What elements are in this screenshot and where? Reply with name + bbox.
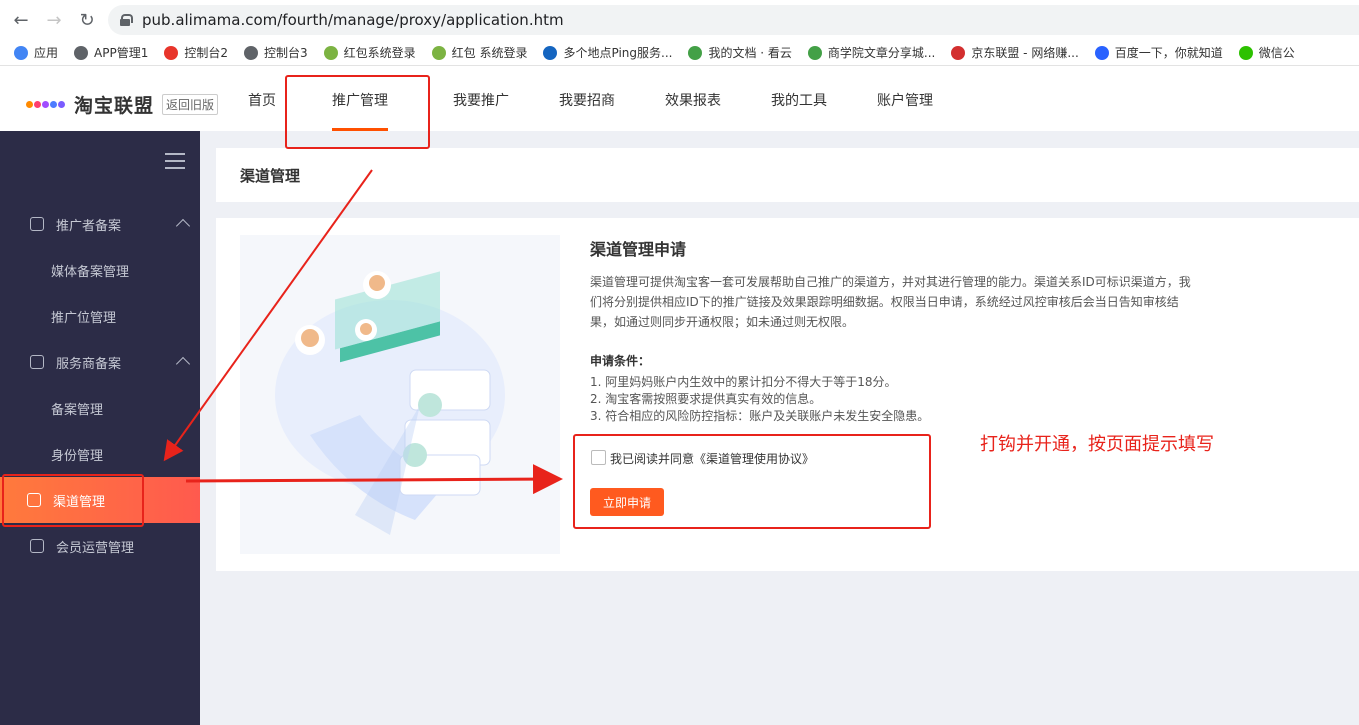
condition-item: 3. 符合相应的风险防控指标：账户及关联账户未发生安全隐患。 xyxy=(590,409,930,423)
old-version-link[interactable]: 返回旧版 xyxy=(162,94,219,115)
page-title: 渠道管理 xyxy=(216,148,1359,202)
illustration xyxy=(240,235,560,554)
bookmark-item[interactable]: 红包系统登录 xyxy=(323,44,416,61)
bookmark-icon xyxy=(243,45,258,60)
bookmark-icon xyxy=(74,45,89,60)
bookmark-icon xyxy=(14,45,28,60)
sidebar-item[interactable]: 会员运营管理 xyxy=(0,523,200,569)
nav-item[interactable]: 我要推广 xyxy=(428,66,534,131)
annotation-box-nav xyxy=(285,75,430,149)
bookmark-label: 微信公 xyxy=(1258,46,1295,60)
bookmark-label: 百度一下，你就知道 xyxy=(1114,46,1223,60)
bookmark-item[interactable]: 控制台2 xyxy=(164,44,228,61)
bookmark-label: 控制台3 xyxy=(263,46,308,60)
nav-item[interactable]: 首页 xyxy=(232,66,292,131)
bookmark-icon xyxy=(323,45,338,60)
bookmark-item[interactable]: 商学院文章分享城... xyxy=(807,44,936,61)
bookmark-icon xyxy=(807,45,822,60)
bookmark-item[interactable]: 百度一下，你就知道 xyxy=(1094,44,1223,61)
bookmark-label: 商学院文章分享城... xyxy=(827,46,936,60)
forward-icon[interactable]: → xyxy=(39,5,69,35)
bookmark-item[interactable]: 京东联盟 - 网络赚... xyxy=(951,44,1079,61)
reload-icon[interactable]: ↻ xyxy=(72,5,102,35)
chevron-up-icon[interactable] xyxy=(175,356,191,372)
sidebar-item-label: 会员运营管理 xyxy=(56,540,135,556)
sidebar-item-label: 媒体备案管理 xyxy=(51,264,130,280)
menu-icon[interactable] xyxy=(165,153,185,169)
sidebar-item-icon xyxy=(30,539,44,553)
sidebar-item-label: 备案管理 xyxy=(51,402,104,418)
sidebar-item-label: 服务商备案 xyxy=(56,356,122,372)
logo-text: 淘宝联盟 xyxy=(74,95,155,117)
sidebar-item-icon xyxy=(30,217,44,231)
site-header: 淘宝联盟 返回旧版 首页 推广管理 我要推广 我要招商 效果报表 我的工具 账户管理 xyxy=(0,66,1359,131)
bookmark-item[interactable]: 应用 xyxy=(14,44,58,61)
sidebar-item[interactable]: 推广位管理 xyxy=(0,293,200,339)
bookmarks-bar: 应用 APP管理1 控制台2 控制台3 红包系统登录 红包 系统登录 多个地点Ping服务.… xyxy=(0,40,1359,66)
condition-item: 1. 阿里妈妈账户内生效中的累计扣分不得大于等于18分。 xyxy=(590,375,897,389)
bookmark-label: 应用 xyxy=(34,46,59,60)
bookmark-item[interactable]: 红包 系统登录 xyxy=(431,44,528,61)
sidebar-item-label: 推广者备案 xyxy=(56,218,122,234)
nav-item[interactable]: 我的工具 xyxy=(746,66,852,131)
bookmark-icon xyxy=(431,45,446,60)
logo-icon xyxy=(26,98,68,112)
logo[interactable]: 淘宝联盟 返回旧版 xyxy=(26,91,219,118)
bookmark-label: 多个地点Ping服务... xyxy=(563,46,673,60)
bookmark-item[interactable]: 控制台3 xyxy=(243,44,308,61)
nav-item[interactable]: 账户管理 xyxy=(852,66,958,131)
bookmark-icon xyxy=(688,45,703,60)
bookmark-item[interactable]: 微信公 xyxy=(1238,44,1295,61)
bookmark-item[interactable]: 多个地点Ping服务... xyxy=(543,44,672,61)
nav-item[interactable]: 效果报表 xyxy=(640,66,746,131)
url-text: pub.alimama.com/fourth/manage/proxy/appl… xyxy=(142,11,564,29)
bookmark-label: 红包系统登录 xyxy=(343,46,416,60)
application-title: 渠道管理申请 xyxy=(590,240,687,259)
annotation-box-apply xyxy=(573,434,931,529)
bookmark-label: APP管理1 xyxy=(94,46,149,60)
bookmark-label: 京东联盟 - 网络赚... xyxy=(971,46,1079,60)
address-bar[interactable]: pub.alimama.com/fourth/manage/proxy/appl… xyxy=(108,5,1359,35)
bookmark-label: 控制台2 xyxy=(184,46,228,60)
sidebar-item[interactable]: 媒体备案管理 xyxy=(0,247,200,293)
annotation-box-sidebar xyxy=(2,474,144,527)
bookmark-icon xyxy=(1238,45,1253,60)
nav-item[interactable]: 我要招商 xyxy=(534,66,640,131)
sidebar-item-label: 身份管理 xyxy=(51,448,104,464)
bookmark-label: 红包 系统登录 xyxy=(451,46,528,60)
application-description: 渠道管理可提供淘宝客一套可发展帮助自己推广的渠道方，并对其进行管理的能力。渠道关… xyxy=(590,275,1191,329)
sidebar-item-label: 推广位管理 xyxy=(51,310,117,326)
bookmark-icon xyxy=(164,45,179,60)
bookmark-icon xyxy=(951,45,966,60)
bookmark-item[interactable]: APP管理1 xyxy=(74,44,148,61)
annotation-text: 打钩并开通，按页面提示填写 xyxy=(980,434,1214,455)
sidebar-item-icon xyxy=(30,355,44,369)
browser-toolbar: ← → ↻ pub.alimama.com/fourth/manage/prox… xyxy=(0,0,1359,40)
conditions-title: 申请条件： xyxy=(590,354,651,368)
lock-icon xyxy=(120,14,133,26)
sidebar-item[interactable]: 身份管理 xyxy=(0,431,200,477)
bookmark-icon xyxy=(1094,45,1109,60)
chevron-up-icon[interactable] xyxy=(175,218,191,234)
sidebar-item[interactable]: 推广者备案 xyxy=(0,201,200,247)
sidebar-item[interactable]: 服务商备案 xyxy=(0,339,200,385)
bookmark-icon xyxy=(543,45,558,60)
bookmark-item[interactable]: 我的文档 · 看云 xyxy=(688,44,792,61)
sidebar-item[interactable]: 备案管理 xyxy=(0,385,200,431)
bookmark-label: 我的文档 · 看云 xyxy=(708,46,792,60)
condition-item: 2. 淘宝客需按照要求提供真实有效的信息。 xyxy=(590,392,822,406)
back-icon[interactable]: ← xyxy=(6,5,36,35)
